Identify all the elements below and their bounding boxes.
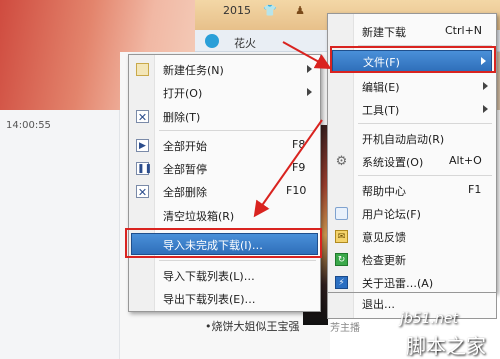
watermark-url: jb51.net (400, 311, 459, 327)
annotation-arrows (253, 41, 332, 218)
arrow-to-import-item (253, 119, 323, 218)
watermark-text: 脚本之家 (406, 334, 486, 358)
arrow-to-file-menu (282, 41, 332, 69)
